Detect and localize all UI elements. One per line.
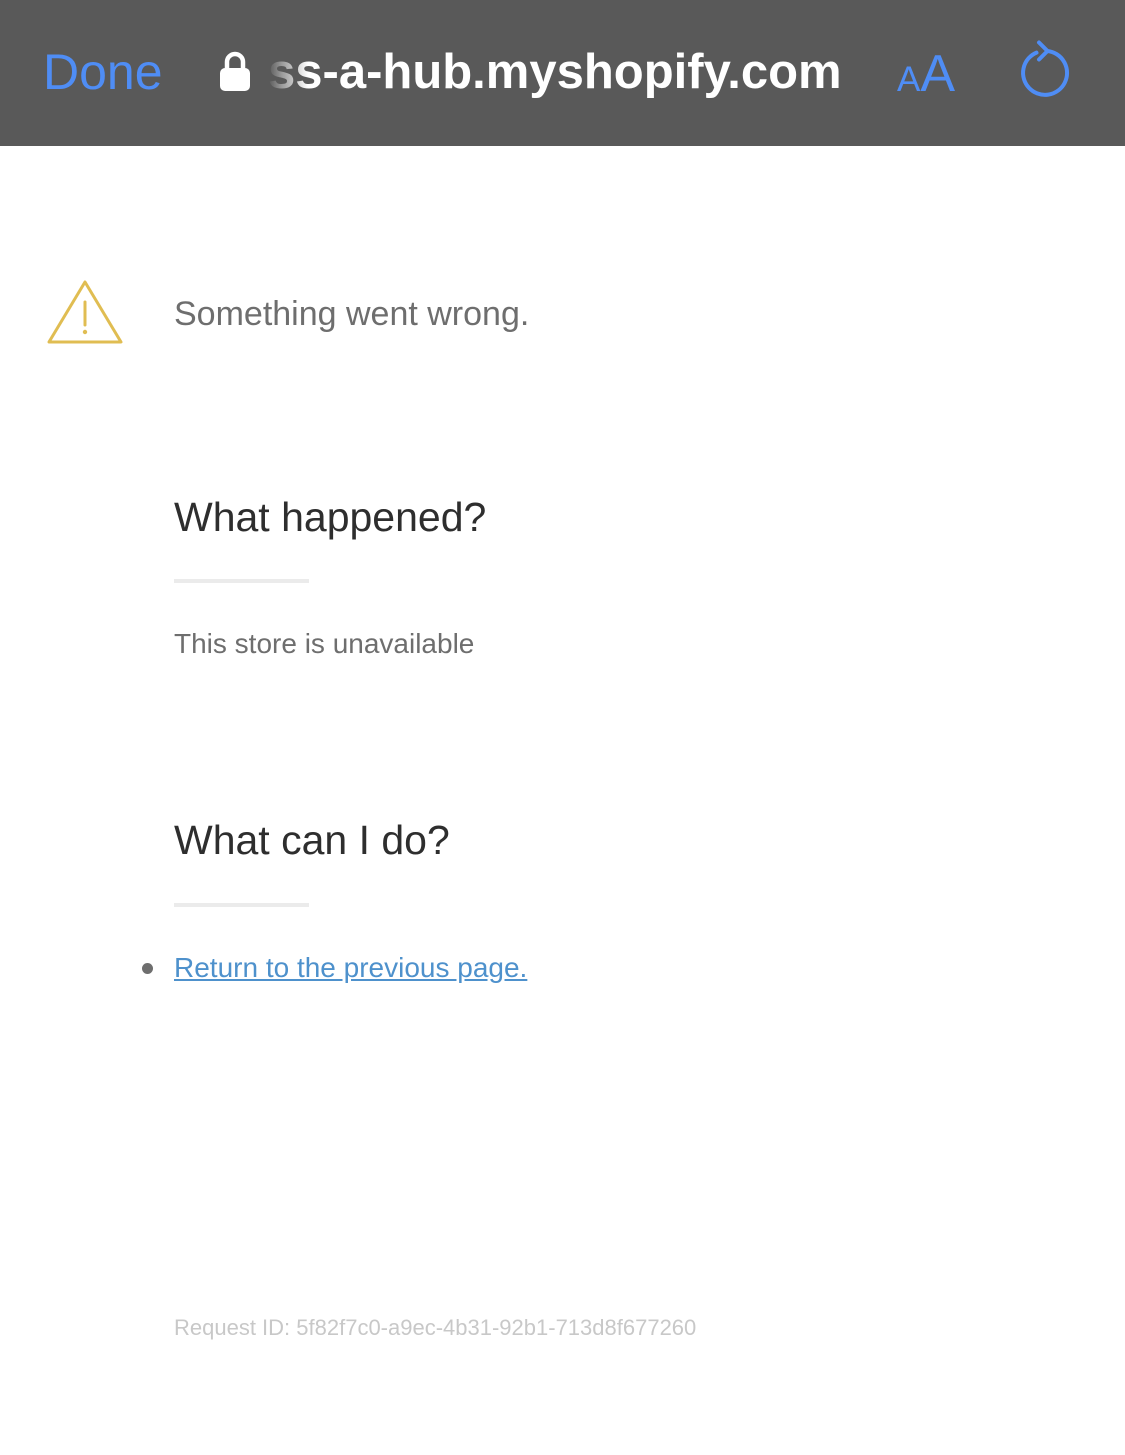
- reload-icon[interactable]: [1016, 40, 1076, 102]
- return-previous-page-link[interactable]: Return to the previous page.: [174, 950, 527, 986]
- what-happened-text: This store is unavailable: [174, 628, 475, 659]
- what-can-i-do-title: What can I do?: [174, 817, 450, 863]
- error-heading: Something went wrong.: [174, 295, 530, 333]
- text-size-large-icon: A: [920, 45, 956, 103]
- lock-icon: [220, 51, 250, 91]
- url-address[interactable]: ss-a-hub.myshopify.com: [268, 40, 848, 104]
- warning-icon: [47, 280, 123, 344]
- divider: [174, 903, 309, 907]
- browser-top-bar: Done ss-a-hub.myshopify.com AA: [0, 0, 1125, 146]
- text-size-small-icon: A: [897, 60, 921, 99]
- what-happened-title: What happened?: [174, 494, 487, 540]
- list-bullet: [142, 963, 153, 974]
- text-size-button[interactable]: AA: [897, 44, 955, 104]
- divider: [174, 579, 309, 583]
- request-id: Request ID: 5f82f7c0-a9ec-4b31-92b1-713d…: [174, 1315, 697, 1340]
- done-button[interactable]: Done: [43, 40, 163, 104]
